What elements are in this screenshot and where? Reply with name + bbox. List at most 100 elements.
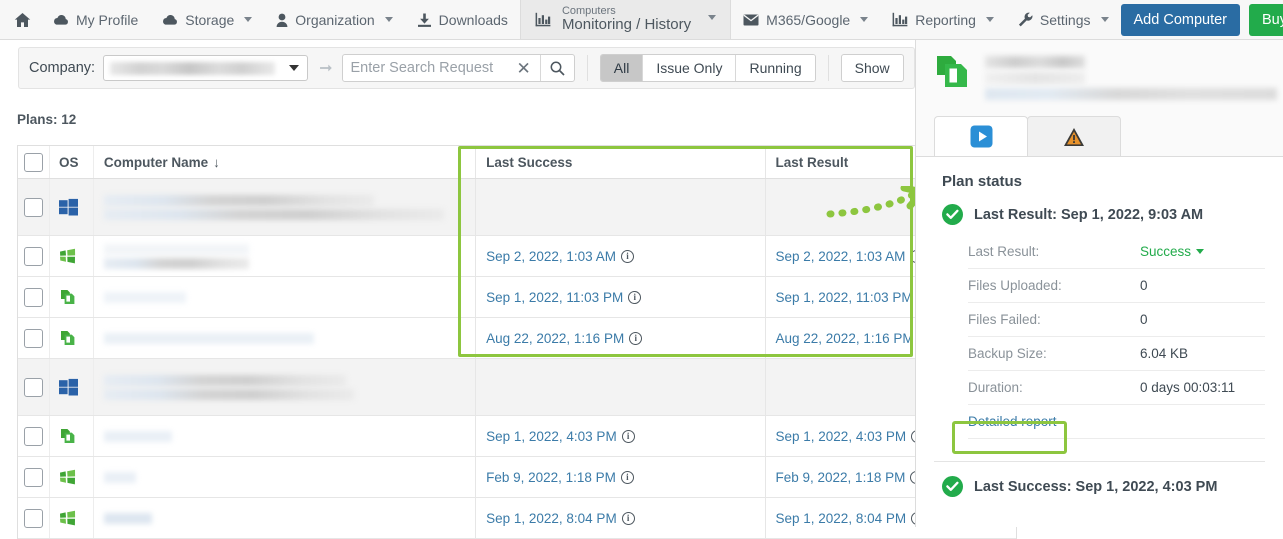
windows-icon xyxy=(58,378,78,396)
filter-running[interactable]: Running xyxy=(736,55,815,81)
nav-item-m365-google[interactable]: M365/Google xyxy=(731,0,880,39)
last-success-cell[interactable]: Sep 1, 2022, 11:03 PM i xyxy=(475,277,764,317)
os-cell xyxy=(50,457,94,497)
plans-table: OS Computer Name ↓ Last Success Last Res… xyxy=(17,145,1017,539)
nav-item-computers-monitoring-history[interactable]: Computers Monitoring / History xyxy=(519,0,732,39)
row-checkbox[interactable] xyxy=(23,467,43,487)
detail-row-backup-size: Backup Size: 6.04 KB xyxy=(968,337,1265,371)
plan-details-list: Last Result: Success Files Uploaded: 0 F… xyxy=(968,235,1265,439)
nav-home-button[interactable] xyxy=(0,0,41,39)
row-checkbox[interactable] xyxy=(23,328,43,348)
last-result-status-row: Last Result: Sep 1, 2022, 9:03 AM xyxy=(934,196,1265,235)
column-header-last-success[interactable]: Last Success xyxy=(475,146,764,178)
column-header-computer-name-label: Computer Name xyxy=(103,154,209,170)
os-cell xyxy=(50,416,94,456)
chevron-down-icon xyxy=(1100,17,1109,22)
tab-warnings[interactable] xyxy=(1027,116,1121,156)
filter-issue-only[interactable]: Issue Only xyxy=(643,55,737,81)
panel-title-line-3 xyxy=(985,88,1277,100)
row-checkbox[interactable] xyxy=(23,197,43,217)
windows-green-icon xyxy=(59,469,76,485)
last-result-date[interactable]: Sep 1, 2022, 4:03 PM xyxy=(776,429,907,444)
detail-key: Backup Size: xyxy=(968,346,1047,361)
table-row[interactable]: Sep 1, 2022, 4:03 PM i Sep 1, 2022, 4:03… xyxy=(18,416,1016,457)
detail-row-files-failed: Files Failed: 0 xyxy=(968,303,1265,337)
nav-item-settings[interactable]: Settings xyxy=(1006,0,1121,39)
info-icon[interactable]: i xyxy=(628,290,642,304)
close-icon[interactable]: ✕ xyxy=(515,60,540,77)
table-row[interactable]: Sep 2, 2022, 1:03 AM i Sep 2, 2022, 1:03… xyxy=(18,236,1016,277)
user-icon xyxy=(276,13,288,27)
table-row[interactable]: Aug 22, 2022, 1:16 PM i Aug 22, 2022, 1:… xyxy=(18,318,1016,359)
table-header-row: OS Computer Name ↓ Last Success Last Res… xyxy=(18,146,1016,179)
show-button[interactable]: Show xyxy=(840,54,904,82)
table-row[interactable]: Sep 1, 2022, 11:03 PM i Sep 1, 2022, 11:… xyxy=(18,277,1016,318)
last-result-date[interactable]: Sep 2, 2022, 1:03 AM xyxy=(776,249,906,264)
last-success-date[interactable]: Feb 9, 2022, 1:18 PM xyxy=(486,470,616,485)
info-icon[interactable]: i xyxy=(629,331,643,345)
row-select-cell xyxy=(18,236,50,276)
last-success-date[interactable]: Aug 22, 2022, 1:16 PM xyxy=(486,331,624,346)
table-row[interactable] xyxy=(18,359,1016,416)
os-cell xyxy=(50,179,94,235)
last-success-cell[interactable]: Aug 22, 2022, 1:16 PM i xyxy=(475,318,764,358)
buy-new-button[interactable]: Buy New xyxy=(1249,3,1283,36)
green-folder-icon xyxy=(59,330,76,346)
company-select[interactable] xyxy=(103,55,309,81)
row-checkbox[interactable] xyxy=(23,426,43,446)
last-result-date[interactable]: Sep 1, 2022, 11:03 PM xyxy=(776,290,913,305)
detail-value: 0 xyxy=(1140,278,1148,293)
last-success-cell[interactable]: Sep 1, 2022, 8:04 PM i xyxy=(475,498,764,538)
select-all-checkbox[interactable] xyxy=(23,152,43,172)
cloud-icon xyxy=(162,14,178,26)
nav-item-organization[interactable]: Organization xyxy=(264,0,404,39)
column-header-computer-name[interactable]: Computer Name ↓ xyxy=(94,146,475,178)
last-success-date[interactable]: Sep 1, 2022, 8:04 PM xyxy=(486,511,617,526)
last-success-date[interactable]: Sep 1, 2022, 4:03 PM xyxy=(486,429,617,444)
info-icon[interactable]: i xyxy=(621,429,635,443)
panel-tabs xyxy=(934,116,1283,156)
last-success-cell[interactable]: Sep 1, 2022, 4:03 PM i xyxy=(475,416,764,456)
detail-key: Last Result: xyxy=(968,244,1040,259)
filter-all[interactable]: All xyxy=(600,55,644,81)
detail-value: 0 days 00:03:11 xyxy=(1140,380,1236,395)
envelope-icon xyxy=(743,14,759,26)
table-row[interactable] xyxy=(18,179,1016,236)
search-input[interactable] xyxy=(342,55,515,81)
column-header-os[interactable]: OS xyxy=(50,146,94,178)
nav-item-my-profile[interactable]: My Profile xyxy=(41,0,150,39)
info-icon[interactable]: i xyxy=(620,470,634,484)
row-checkbox[interactable] xyxy=(23,508,43,528)
detail-row-last-result: Last Result: Success xyxy=(968,235,1265,269)
last-success-cell[interactable]: Feb 9, 2022, 1:18 PM i xyxy=(475,457,764,497)
row-checkbox[interactable] xyxy=(23,246,43,266)
detail-value-last-result[interactable]: Success xyxy=(1140,244,1205,259)
last-success-date[interactable]: Sep 1, 2022, 11:03 PM xyxy=(486,290,623,305)
panel-title-redacted xyxy=(985,54,1277,100)
last-success-cell[interactable]: Sep 2, 2022, 1:03 AM i xyxy=(475,236,764,276)
search-icon[interactable] xyxy=(539,55,574,81)
detailed-report-row: Detailed report xyxy=(968,405,1265,439)
success-check-icon xyxy=(942,204,963,225)
nav-item-storage[interactable]: Storage xyxy=(150,0,264,39)
nav-item-downloads[interactable]: Downloads xyxy=(405,0,520,39)
last-result-date[interactable]: Sep 1, 2022, 8:04 PM xyxy=(776,511,907,526)
row-select-cell xyxy=(18,359,50,415)
detailed-report-link[interactable]: Detailed report xyxy=(968,414,1057,429)
bar-chart-icon xyxy=(892,12,908,27)
table-row[interactable]: Sep 1, 2022, 8:04 PM i Sep 1, 2022, 8:04… xyxy=(18,498,1016,539)
info-icon[interactable]: i xyxy=(620,249,634,263)
nav-item-label: Reporting xyxy=(915,11,976,28)
last-result-date[interactable]: Aug 22, 2022, 1:16 PM xyxy=(776,331,914,346)
last-result-date[interactable]: Feb 9, 2022, 1:18 PM xyxy=(776,470,906,485)
chevron-down-icon[interactable] xyxy=(1196,249,1205,254)
row-checkbox[interactable] xyxy=(23,287,43,307)
tab-plan-status[interactable] xyxy=(934,116,1028,156)
info-icon[interactable]: i xyxy=(621,511,635,525)
last-success-date[interactable]: Sep 2, 2022, 1:03 AM xyxy=(486,249,616,264)
row-checkbox[interactable] xyxy=(23,377,43,397)
computer-name-redacted xyxy=(103,374,465,400)
add-computer-button[interactable]: Add Computer xyxy=(1120,3,1241,36)
table-row[interactable]: Feb 9, 2022, 1:18 PM i Feb 9, 2022, 1:18… xyxy=(18,457,1016,498)
nav-item-reporting[interactable]: Reporting xyxy=(880,0,1006,39)
